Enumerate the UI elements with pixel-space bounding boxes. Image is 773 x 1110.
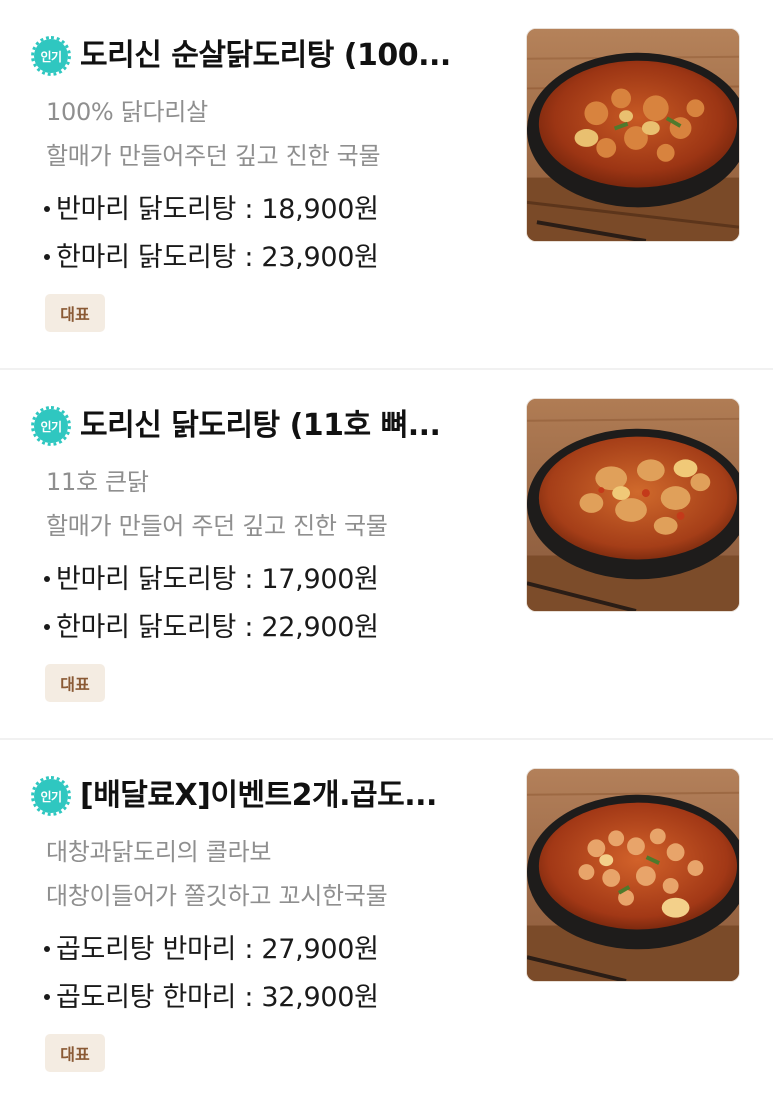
bullet-icon [44,993,50,1000]
bullet-icon [44,205,50,212]
menu-title: 도리신 닭도리탕 (11호 뼈... [80,408,441,443]
bullet-icon [44,575,50,582]
popular-badge-label: 인기 [40,419,62,434]
price-text: 한마리 닭도리탕 : 22,900원 [56,612,379,643]
bullet-icon [44,623,50,630]
menu-title: 도리신 순살닭도리탕 (100... [80,38,451,73]
bullet-icon [44,945,50,952]
price-text: 한마리 닭도리탕 : 23,900원 [56,242,379,273]
popular-badge: 인기 [31,36,71,76]
representative-tag: 대표 [45,1034,105,1072]
menu-description: 할매가 만들어주던 깊고 진한 국물 [46,142,381,170]
price-line: 곱도리탕 반마리 : 27,900원 [40,932,510,968]
menu-item[interactable]: 인기 도리신 닭도리탕 (11호 뼈... 11호 큰닭 할매가 만들어 주던 … [0,370,773,740]
menu-item[interactable]: 인기 [배달료X]이벤트2개.곱도... 대창과닭도리의 콜라보 대창이들어가 … [0,740,773,1110]
menu-photo[interactable] [526,768,740,982]
menu-description: 할매가 만들어 주던 깊고 진한 국물 [46,512,388,540]
menu-item[interactable]: 인기 도리신 순살닭도리탕 (100... 100% 닭다리살 할매가 만들어주… [0,0,773,370]
popular-badge-label: 인기 [40,789,62,804]
menu-title-row: 인기 [배달료X]이벤트2개.곱도... [31,776,510,816]
representative-tag: 대표 [45,664,105,702]
price-text: 곱도리탕 한마리 : 32,900원 [56,982,379,1013]
menu-list: 인기 도리신 순살닭도리탕 (100... 100% 닭다리살 할매가 만들어주… [0,0,773,1110]
menu-description: 대창이들어가 쫄깃하고 꼬시한국물 [46,882,388,910]
menu-title-row: 인기 도리신 순살닭도리탕 (100... [31,36,510,76]
chicken-stew-photo-icon [527,29,739,241]
menu-photo[interactable] [526,398,740,612]
popular-badge: 인기 [31,406,71,446]
menu-title-row: 인기 도리신 닭도리탕 (11호 뼈... [31,406,510,446]
bullet-icon [44,253,50,260]
popular-badge-label: 인기 [40,49,62,64]
price-text: 반마리 닭도리탕 : 18,900원 [56,194,379,225]
price-text: 반마리 닭도리탕 : 17,900원 [56,564,379,595]
menu-title: [배달료X]이벤트2개.곱도... [80,778,437,813]
menu-photo[interactable] [526,28,740,242]
chicken-stew-photo-icon [527,399,739,611]
price-line: 한마리 닭도리탕 : 23,900원 [40,240,510,276]
price-text: 곱도리탕 반마리 : 27,900원 [56,934,379,965]
menu-description: 11호 큰닭 [46,468,149,496]
menu-description: 대창과닭도리의 콜라보 [46,838,272,866]
price-line: 반마리 닭도리탕 : 17,900원 [40,562,510,598]
representative-tag: 대표 [45,294,105,332]
gopdori-stew-photo-icon [527,769,739,981]
menu-description: 100% 닭다리살 [46,98,208,126]
price-line: 한마리 닭도리탕 : 22,900원 [40,610,510,646]
price-line: 곱도리탕 한마리 : 32,900원 [40,980,510,1016]
price-line: 반마리 닭도리탕 : 18,900원 [40,192,510,228]
popular-badge: 인기 [31,776,71,816]
